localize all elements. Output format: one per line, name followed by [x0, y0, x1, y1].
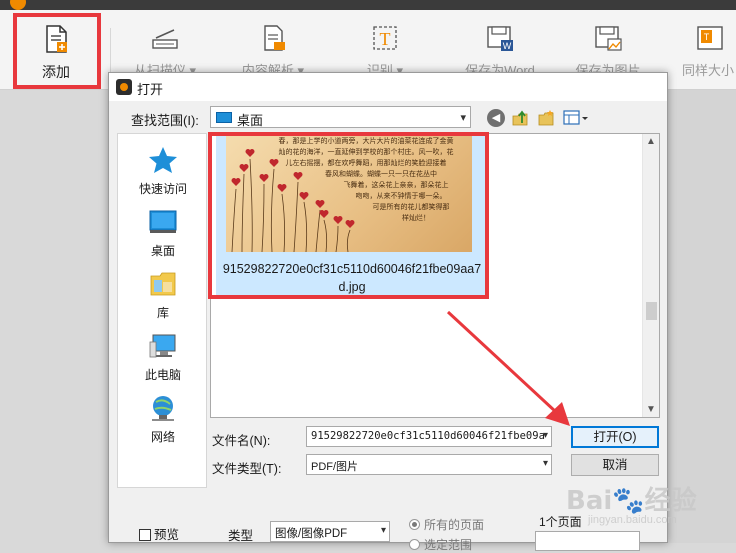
look-in-value: 桌面 — [237, 113, 264, 128]
network-icon — [152, 396, 174, 421]
desktop-small-icon — [216, 112, 232, 123]
preview-checkbox[interactable]: 预览 — [139, 524, 179, 543]
same-size-label: 同样大小 — [682, 63, 735, 78]
radio-all-pages-label: 所有的页面 — [424, 518, 485, 532]
scroll-up-arrow-icon[interactable]: ▲ — [646, 136, 656, 147]
back-arrow-icon[interactable]: ◀ — [487, 109, 505, 127]
place-label: 快速访问 — [138, 182, 187, 196]
radio-dot[interactable] — [409, 519, 420, 530]
up-folder-icon[interactable] — [511, 109, 529, 127]
dialog-app-icon — [116, 79, 132, 95]
checkbox-box[interactable] — [139, 529, 151, 541]
place-label: 网络 — [150, 430, 175, 444]
chevron-down-icon[interactable]: ▾ — [543, 430, 548, 441]
file-name-label: 文件名(N): — [212, 434, 271, 448]
content-parse-icon — [264, 25, 285, 51]
view-menu-icon[interactable] — [563, 109, 589, 127]
radio-range-label: 选定范围 — [424, 538, 473, 552]
chevron-down-icon: ▾ — [380, 525, 386, 536]
scanner-icon — [152, 29, 178, 49]
place-quick-access[interactable]: 快速访问 — [118, 142, 208, 204]
type-label: 类型 — [228, 529, 254, 543]
baidu-watermark: Bai🐾经验 jingyan.baidu.com — [566, 480, 726, 536]
scrollbar-thumb[interactable] — [646, 302, 657, 320]
new-folder-icon[interactable] — [537, 109, 555, 127]
file-type-value: PDF/图片 — [311, 461, 359, 473]
file-type-select[interactable]: PDF/图片 ▾ — [306, 454, 552, 475]
host-background — [668, 90, 736, 543]
app-titlebar — [0, 0, 736, 10]
file-highlight-box — [208, 132, 489, 299]
same-size-button[interactable]: T 同样大小 — [670, 10, 736, 90]
file-list-scrollbar[interactable]: ▲ ▼ — [642, 134, 659, 417]
svg-text:T: T — [704, 32, 710, 42]
file-type-label: 文件类型(T): — [212, 462, 282, 476]
scroll-down-arrow-icon[interactable]: ▼ — [646, 404, 656, 415]
open-button[interactable]: 打开(O) — [571, 426, 659, 448]
place-label: 库 — [156, 306, 169, 320]
library-icon — [150, 272, 176, 296]
place-desktop[interactable]: 桌面 — [118, 204, 208, 266]
quick-access-star-icon — [149, 147, 177, 173]
chevron-down-icon: ▾ — [460, 112, 466, 124]
add-button-highlight — [13, 13, 101, 89]
this-pc-icon — [149, 334, 176, 358]
look-in-label: 查找范围(I): — [131, 113, 199, 128]
type-select[interactable]: 图像/图像PDF ▾ — [270, 521, 390, 542]
watermark-text: Bai🐾经验 — [566, 486, 697, 516]
desktop-icon — [149, 210, 177, 233]
same-size-icon: T — [697, 26, 723, 50]
radio-all-pages[interactable]: 所有的页面 — [409, 516, 484, 533]
file-name-value: 91529822720e0cf31c5110d60046f21fbe09a — [311, 430, 545, 442]
radio-selected-range[interactable]: 选定范围 — [409, 536, 472, 553]
svg-text:T: T — [380, 29, 391, 49]
place-label: 此电脑 — [144, 368, 181, 382]
cancel-button[interactable]: 取消 — [571, 454, 659, 476]
dialog-title: 打开 — [137, 82, 164, 97]
place-network[interactable]: 网络 — [118, 390, 208, 452]
chevron-down-icon: ▾ — [542, 458, 548, 469]
place-label: 桌面 — [150, 244, 175, 258]
text-recognize-icon: T — [373, 26, 397, 50]
place-library[interactable]: 库 — [118, 266, 208, 328]
dialog-titlebar: 打开 — [109, 73, 667, 101]
app-logo-icon — [10, 0, 26, 10]
look-in-combobox[interactable]: 桌面 ▾ — [210, 106, 471, 128]
save-word-icon: W — [487, 26, 513, 51]
preview-label: 预览 — [154, 528, 180, 542]
dialog-nav-buttons: ◀ — [487, 109, 597, 127]
watermark-subtext: jingyan.baidu.com — [588, 514, 677, 526]
save-image-icon — [595, 26, 622, 51]
place-this-pc[interactable]: 此电脑 — [118, 328, 208, 390]
file-name-input[interactable]: 91529822720e0cf31c5110d60046f21fbe09a ▾ — [306, 426, 552, 447]
radio-dot[interactable] — [409, 539, 420, 550]
type-value: 图像/图像PDF — [275, 528, 348, 540]
svg-text:W: W — [503, 41, 512, 51]
places-bar: 快速访问 桌面 库 此电脑 网络 — [117, 133, 207, 488]
